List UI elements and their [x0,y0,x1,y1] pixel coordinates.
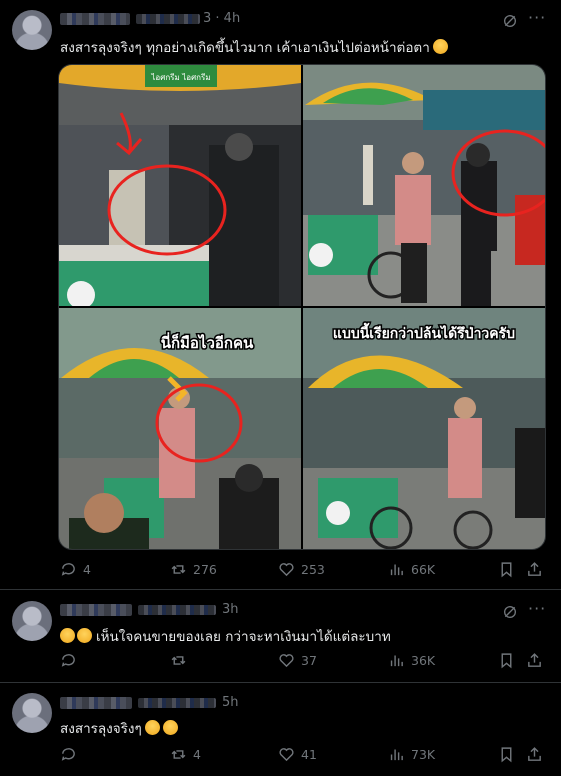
post-actions: 4 41 73K [60,746,546,766]
more-options-icon[interactable]: ··· [528,599,546,618]
like-button[interactable]: 41 [278,746,317,763]
bookmark-icon [501,653,512,669]
post-text: สงสารลุงจริงๆ [60,717,178,739]
media-panel-bottom-left: นี่ก็มือไวอีกคน [59,308,301,549]
reply-icon [61,563,75,576]
views-icon [390,749,403,761]
like-count: 253 [301,562,325,577]
views-icon [390,655,403,667]
views-count: 66K [411,562,436,577]
share-button[interactable] [526,561,543,578]
repost-count: 276 [193,562,217,577]
emoji-icon [432,39,448,54]
post-actions: 4 276 253 66K [60,561,546,581]
post-time[interactable]: 3 · 4h [203,11,240,26]
bookmark-button[interactable] [498,746,515,763]
author-handle-redacted[interactable] [138,605,216,615]
emoji-icon [77,628,92,643]
views-count: 36K [411,653,436,668]
bookmark-button[interactable] [498,561,515,578]
media-caption: นี่ก็มือไวอีกคน [161,332,254,352]
emoji-icon [144,720,160,735]
like-count: 41 [301,747,317,762]
like-count: 37 [301,653,317,668]
author-name-redacted[interactable] [60,13,130,25]
post-1[interactable]: 3 · 4h ··· สงสารลุงจริงๆ ทุกอย่างเกิดขึ้… [0,0,561,590]
post-text: สงสารลุงจริงๆ ทุกอย่างเกิดขึ้นไวมาก เค้า… [60,36,448,58]
share-icon [528,562,541,576]
grok-icon[interactable] [502,604,518,620]
bookmark-icon [501,562,512,578]
more-options-icon[interactable]: ··· [528,8,546,27]
repost-count: 4 [193,747,201,762]
views-count: 73K [411,747,436,762]
emoji-icon [60,628,75,643]
heart-icon [279,748,294,762]
heart-icon [279,654,294,668]
author-handle-redacted[interactable] [138,698,216,708]
post-actions: 37 36K [60,652,546,672]
author-name-redacted[interactable] [60,697,132,709]
post-text: เห็นใจคนขายของเลย กว่าจะหาเงินมาได้แต่ละ… [60,625,391,647]
reply-count: 4 [83,562,91,577]
media-panel-top-right [303,65,545,306]
share-button[interactable] [526,746,543,763]
media-panel-bottom-right: แบบนี้เรียกว่าปล้นได้รึป่าวครับ [303,308,545,549]
heart-icon [279,563,294,577]
reply-button[interactable] [60,652,83,669]
author-name-redacted[interactable] [60,604,132,616]
repost-button[interactable]: 4 [170,746,201,763]
reply-button[interactable]: 4 [60,561,91,578]
share-icon [528,653,541,667]
post-2[interactable]: 3h ··· เห็นใจคนขายของเลย กว่าจะหาเงินมาไ… [0,590,561,683]
repost-button[interactable]: 276 [170,561,217,578]
media-panel-top-left: ไอศกรีม ไอศกรีม [59,65,301,309]
repost-icon [171,750,186,759]
repost-icon [171,565,186,574]
reply-icon [61,748,75,761]
post-media[interactable]: ไอศกรีม ไอศกรีม นี่ก็มือไวอีกคน แบบนี้เร… [58,64,546,550]
emoji-icon [162,720,178,735]
views-button[interactable]: 73K [388,746,435,763]
avatar[interactable] [12,10,52,50]
share-icon [528,747,541,761]
avatar[interactable] [12,601,52,641]
bookmark-icon [501,747,512,763]
like-button[interactable]: 253 [278,561,325,578]
views-button[interactable]: 36K [388,652,435,669]
repost-icon [171,656,186,665]
bookmark-button[interactable] [498,652,515,669]
umbrella-label: ไอศกรีม ไอศกรีม [150,73,210,82]
post-time[interactable]: 5h [222,695,239,710]
reply-button[interactable] [60,746,83,763]
views-icon [390,564,403,576]
like-button[interactable]: 37 [278,652,317,669]
post-3[interactable]: 5h สงสารลุงจริงๆ 4 41 73K [0,683,561,776]
reply-icon [61,654,75,667]
post-time[interactable]: 3h [222,602,239,617]
share-button[interactable] [526,652,543,669]
author-handle-redacted[interactable] [136,14,200,24]
views-button[interactable]: 66K [388,561,435,578]
avatar[interactable] [12,693,52,733]
grok-icon[interactable] [502,13,518,29]
repost-button[interactable] [170,652,193,669]
